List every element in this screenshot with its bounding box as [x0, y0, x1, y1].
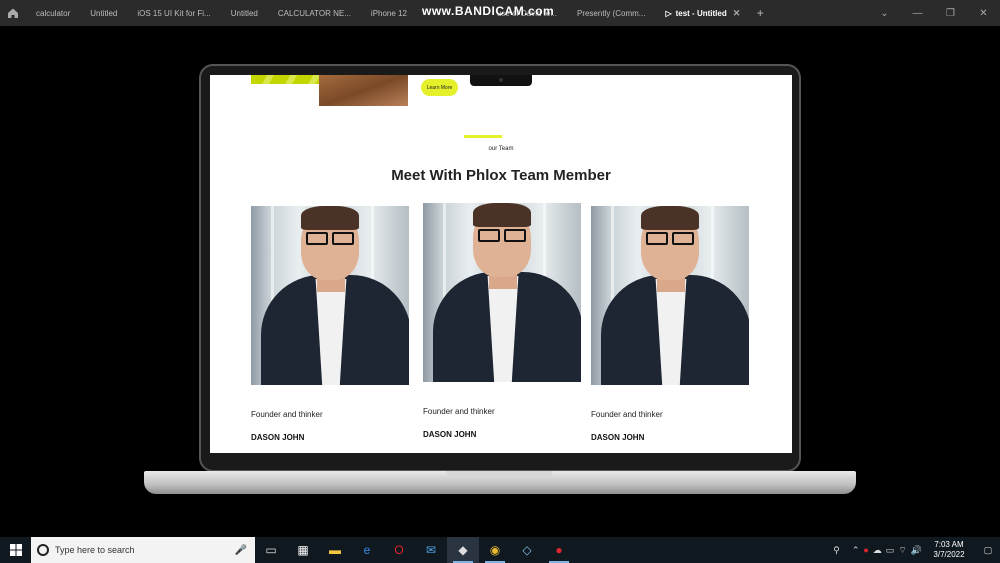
member-role: Founder and thinker — [251, 410, 323, 419]
microphone-icon[interactable]: 🎤 — [235, 545, 247, 556]
member-name: DASON JOHN — [251, 433, 305, 442]
windows-start-icon[interactable] — [0, 537, 31, 563]
decorative-image — [319, 75, 408, 106]
camera-icon — [499, 78, 503, 82]
play-icon: ▷ — [665, 8, 672, 18]
learn-more-button[interactable]: Learn More — [421, 79, 458, 96]
camera-notch — [470, 75, 532, 86]
opera-icon[interactable]: O — [383, 537, 415, 563]
tab[interactable]: calculator — [26, 0, 80, 26]
home-icon[interactable] — [0, 0, 26, 26]
clock-time: 7:03 AM — [934, 540, 964, 549]
laptop-base — [144, 471, 856, 494]
taskbar-search[interactable]: Type here to search 🎤 — [31, 537, 255, 563]
tab[interactable]: iOS 15 UI Kit for Fi... — [127, 0, 220, 26]
cortana-icon — [37, 544, 49, 556]
member-photo — [251, 206, 409, 385]
tab[interactable]: Presently (Comm... — [567, 0, 655, 26]
window-controls: ⌄ — ❐ ✕ — [868, 0, 1000, 26]
cloud-icon[interactable]: ☁ — [873, 545, 882, 556]
tab-label: iOS 15 UI Kit for Fi... — [137, 8, 211, 18]
recording-watermark: www.BANDICAM.com — [422, 4, 555, 18]
team-member-card[interactable]: Founder and thinker DASON JOHN — [591, 206, 749, 442]
clock[interactable]: 7:03 AM 3/7/2022 — [926, 540, 972, 560]
app-icon[interactable]: ◇ — [511, 537, 543, 563]
tab[interactable]: iPhone 12 — [361, 0, 417, 26]
tab-label: Presently (Comm... — [576, 8, 646, 18]
member-role: Founder and thinker — [423, 407, 495, 416]
bandicam-record-icon[interactable]: ● — [543, 537, 575, 563]
laptop-screen: Learn More our Team Meet With Phlox Team… — [210, 75, 792, 453]
laptop-mockup: Learn More our Team Meet With Phlox Team… — [199, 64, 801, 472]
restore-button[interactable]: ❐ — [934, 0, 967, 26]
team-member-card[interactable]: Founder and thinker DASON JOHN — [251, 206, 409, 442]
chevron-up-icon[interactable]: ⌃ — [852, 545, 860, 556]
decorative-stripe — [251, 75, 319, 84]
member-photo — [591, 206, 749, 385]
tab-label: iPhone 12 — [370, 8, 407, 18]
windows-taskbar: Type here to search 🎤 ▭ ▦ ▬ e O ✉ ◆ ◉ ◇ … — [0, 537, 1000, 563]
file-explorer-icon[interactable]: ▬ — [319, 537, 351, 563]
laptop-lip — [446, 471, 553, 477]
record-indicator-icon[interactable]: ● — [863, 545, 868, 555]
figma-icon[interactable]: ◆ — [447, 537, 479, 563]
tab-label: CALCULATOR NE... — [277, 8, 351, 18]
member-role: Founder and thinker — [591, 410, 663, 419]
tab-label: Untitled — [230, 8, 258, 18]
accent-divider — [464, 135, 502, 138]
section-heading: Meet With Phlox Team Member — [391, 167, 611, 184]
minimize-button[interactable]: — — [901, 0, 934, 26]
tab-active[interactable]: ▷ test - Untitled ✕ — [655, 0, 750, 26]
tab-label: calculator — [36, 8, 71, 18]
close-window-button[interactable]: ✕ — [967, 0, 1000, 26]
close-tab-icon[interactable]: ✕ — [733, 8, 741, 19]
tab[interactable]: Untitled — [80, 0, 127, 26]
search-placeholder: Type here to search — [55, 545, 135, 555]
mail-icon[interactable]: ✉ — [415, 537, 447, 563]
chevron-down-icon[interactable]: ⌄ — [868, 0, 901, 26]
notification-icon[interactable]: ▢ — [976, 545, 1000, 556]
edge-icon[interactable]: e — [351, 537, 383, 563]
tab-label: test - Untitled — [675, 8, 727, 18]
member-name: DASON JOHN — [423, 430, 477, 439]
new-tab-button[interactable]: + — [750, 6, 770, 20]
member-name: DASON JOHN — [591, 433, 645, 442]
network-icon[interactable]: ⌔ — [898, 545, 906, 556]
member-photo — [423, 203, 581, 382]
system-tray: ⚲ ⌃ ● ☁ ▭ ⌔ 🔊 7:03 AM 3/7/2022 ▢ — [833, 537, 1000, 563]
chrome-icon[interactable]: ◉ — [479, 537, 511, 563]
volume-icon[interactable]: 🔊 — [911, 545, 922, 556]
task-view-icon[interactable]: ▭ — [255, 537, 287, 563]
clock-date: 3/7/2022 — [933, 550, 965, 559]
battery-icon[interactable]: ▭ — [886, 545, 895, 556]
tab[interactable]: Untitled — [221, 0, 268, 26]
tab[interactable]: CALCULATOR NE... — [268, 0, 361, 26]
team-member-card[interactable]: Founder and thinker DASON JOHN — [423, 203, 581, 439]
tab-label: Untitled — [90, 8, 118, 18]
store-icon[interactable]: ▦ — [287, 537, 319, 563]
people-icon[interactable]: ⚲ — [833, 545, 840, 556]
section-eyebrow: our Team — [488, 146, 514, 152]
